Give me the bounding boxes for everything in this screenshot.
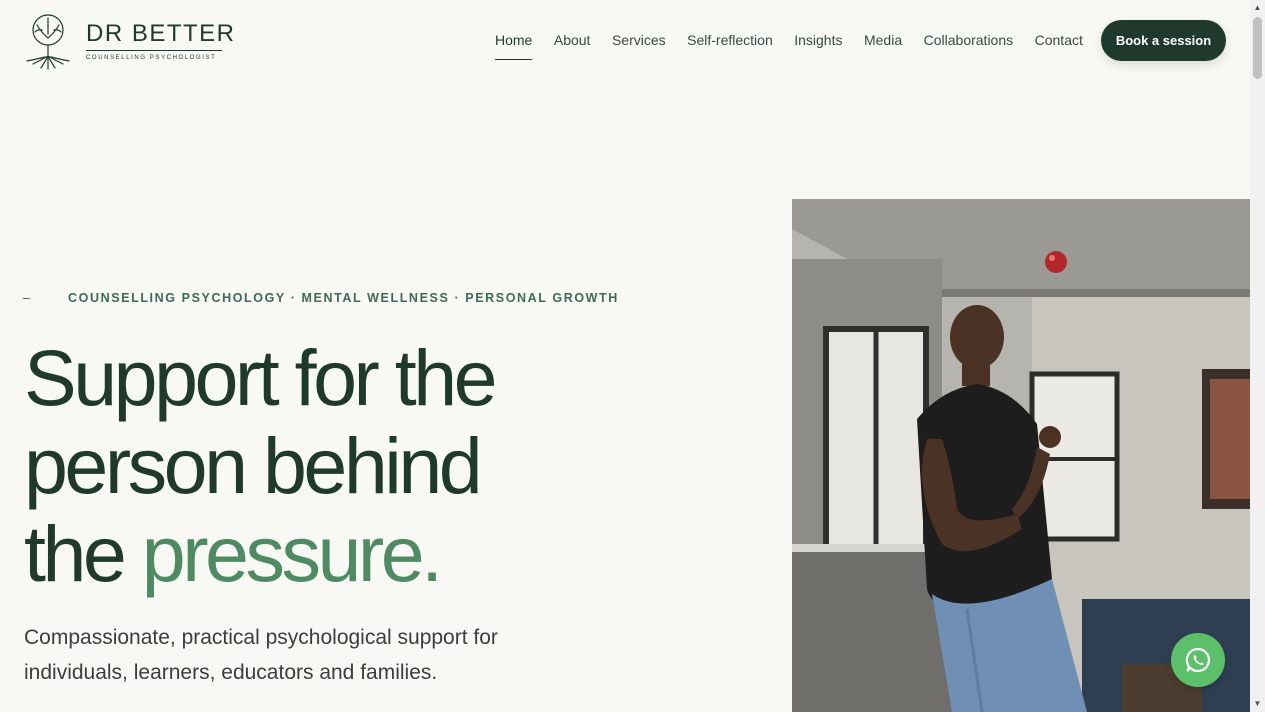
hero-eyebrow: COUNSELLING PSYCHOLOGY · MENTAL WELLNESS…: [23, 291, 619, 305]
headline-line-3: the pressure.: [24, 510, 644, 598]
hero-subtext: Compassionate, practical psychological s…: [24, 626, 498, 684]
brand-logo[interactable]: DR BETTER COUNSELLING PSYCHOLOGIST: [23, 12, 236, 70]
nav-item-self-reflection[interactable]: Self-reflection: [687, 32, 773, 49]
scroll-up-arrow-icon[interactable]: ▲: [1250, 2, 1265, 14]
scroll-thumb[interactable]: [1253, 17, 1262, 79]
nav-item-home[interactable]: Home: [495, 32, 533, 60]
hero-photo: [792, 199, 1250, 712]
headline-plain: the: [24, 509, 142, 598]
nav-item-collaborations[interactable]: Collaborations: [924, 32, 1014, 49]
scroll-down-arrow-icon[interactable]: ▼: [1250, 698, 1265, 710]
brand-name: DR BETTER: [86, 20, 236, 47]
nav-item-about[interactable]: About: [554, 32, 591, 49]
brand-tagline: COUNSELLING PSYCHOLOGIST: [86, 55, 217, 61]
page-scrollbar[interactable]: ▲ ▼: [1250, 0, 1265, 712]
headline-accent: pressure.: [141, 509, 443, 598]
nav-item-media[interactable]: Media: [864, 32, 902, 49]
whatsapp-icon: [1185, 647, 1211, 673]
nav-item-insights[interactable]: Insights: [794, 32, 842, 49]
headline-line-2: person behind: [24, 421, 483, 510]
headline-line-1: Support for the: [24, 333, 498, 422]
nav-item-contact[interactable]: Contact: [1035, 32, 1083, 49]
eyebrow-dash: [23, 297, 30, 299]
hero-photo-illustration: [792, 199, 1250, 712]
hero-headline: Support for the person behind the pressu…: [24, 334, 644, 598]
whatsapp-button[interactable]: [1171, 633, 1225, 687]
nav-item-services[interactable]: Services: [612, 32, 666, 49]
brand-divider: [86, 50, 222, 51]
eyebrow-text: COUNSELLING PSYCHOLOGY · MENTAL WELLNESS…: [68, 291, 619, 305]
tree-logo-icon: [26, 14, 70, 70]
main-nav: Home About Services Self-reflection Insi…: [495, 32, 1104, 60]
book-session-button[interactable]: Book a session: [1101, 20, 1226, 61]
